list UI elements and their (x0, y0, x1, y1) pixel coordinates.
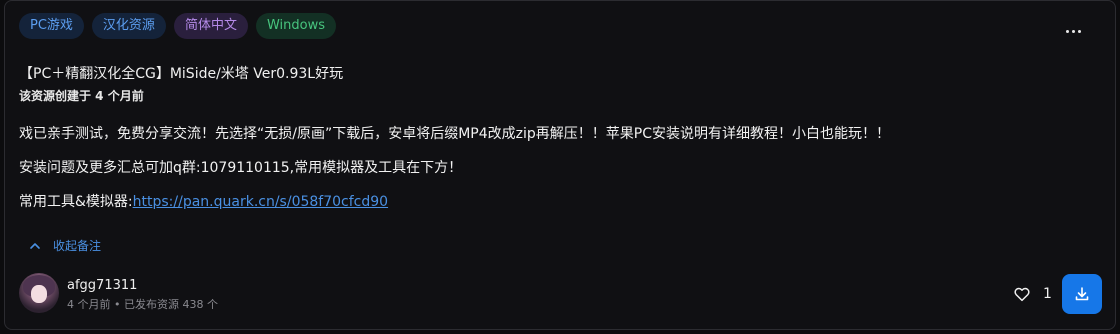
author-meta: 4 个月前 • 已发布资源 438 个 (67, 298, 218, 311)
created-time: 该资源创建于 4 个月前 (19, 89, 144, 103)
heart-icon (1014, 287, 1030, 302)
tag-simplified-chinese[interactable]: 简体中文 (173, 13, 248, 39)
note-paragraph: 安装问题及更多汇总可加q群:1079110115,常用模拟器及工具在下方！ (19, 160, 463, 176)
tools-line: 常用工具&模拟器:https://pan.quark.cn/s/058f70cf… (19, 191, 388, 211)
like-count: 1 (1043, 286, 1052, 302)
tag-windows[interactable]: Windows (255, 13, 336, 39)
tag-pc-game[interactable]: PC游戏 (19, 13, 84, 39)
avatar[interactable] (19, 273, 59, 313)
tag-localized[interactable]: 汉化资源 (91, 13, 166, 39)
tools-link[interactable]: https://pan.quark.cn/s/058f70cfcd90 (133, 194, 388, 210)
resource-card: PC游戏 汉化资源 简体中文 Windows 【PC＋精翻汉化全CG】MiSid… (4, 0, 1116, 330)
tools-label: 常用工具&模拟器: (19, 194, 133, 210)
download-button[interactable] (1062, 274, 1102, 314)
more-dots-icon[interactable] (1061, 23, 1085, 39)
like-button[interactable]: 1 (1013, 285, 1052, 303)
download-icon (1075, 287, 1089, 301)
note-paragraph: 戏已亲手测试，免费分享交流！先选择“无损/原画”下载后，安卓将后缀MP4改成zi… (19, 126, 890, 142)
tag-list: PC游戏 汉化资源 简体中文 Windows (19, 13, 336, 39)
collapse-notes-label: 收起备注 (53, 239, 102, 253)
author-name[interactable]: afgg71311 (67, 278, 137, 293)
collapse-notes-button[interactable]: 收起备注 (29, 237, 101, 254)
post-title: 【PC＋精翻汉化全CG】MiSide/米塔 Ver0.93L好玩 (19, 66, 344, 82)
chevron-up-icon (30, 242, 40, 249)
